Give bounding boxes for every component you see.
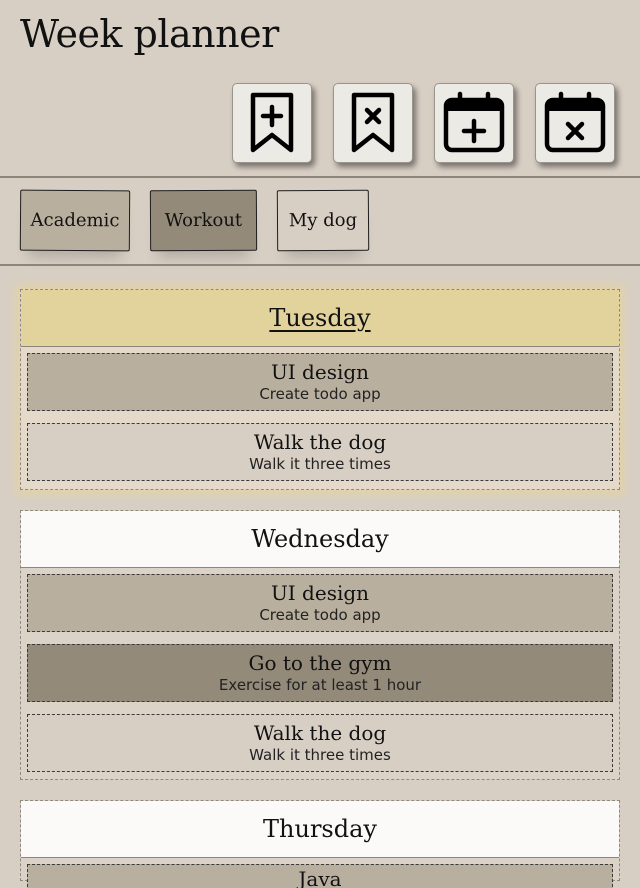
calendar-x-icon	[544, 91, 606, 153]
day-header[interactable]: Tuesday	[21, 290, 619, 347]
task-title: Java	[298, 867, 342, 888]
tag-chip-workout[interactable]: Workout	[149, 189, 258, 252]
task-card[interactable]: Java	[27, 864, 613, 888]
task-title: UI design	[270, 581, 370, 605]
bookmark-plus-icon	[250, 92, 294, 153]
day-header[interactable]: Thursday	[21, 801, 619, 858]
divider	[0, 176, 640, 178]
task-description: Walk it three times	[249, 455, 391, 473]
calendar-plus-icon	[443, 91, 505, 153]
divider	[0, 264, 640, 266]
task-card[interactable]: UI design Create todo app	[27, 574, 613, 632]
task-list: Java	[21, 858, 619, 888]
task-title: Go to the gym	[248, 651, 392, 675]
task-card[interactable]: UI design Create todo app	[27, 353, 613, 411]
task-title: Walk the dog	[253, 721, 387, 745]
task-description: Walk it three times	[249, 746, 391, 764]
remove-event-button[interactable]	[535, 83, 615, 163]
task-description: Exercise for at least 1 hour	[218, 676, 422, 694]
bookmark-x-icon	[351, 92, 395, 153]
day-name: Tuesday	[269, 304, 371, 332]
add-tag-button[interactable]	[232, 83, 312, 163]
day-name: Thursday	[263, 815, 377, 843]
day-name: Wednesday	[251, 525, 389, 553]
task-list: UI design Create todo app Walk the dog W…	[21, 347, 619, 487]
task-title: Walk the dog	[253, 430, 387, 454]
day-card-tuesday: Tuesday UI design Create todo app Walk t…	[20, 289, 620, 490]
tag-chip-my-dog[interactable]: My dog	[276, 189, 370, 252]
toolbar	[232, 83, 615, 163]
add-event-button[interactable]	[434, 83, 514, 163]
task-description: Create todo app	[259, 385, 381, 403]
remove-tag-button[interactable]	[333, 83, 413, 163]
day-card-thursday: Thursday Java	[20, 800, 620, 888]
page-title: Week planner	[20, 12, 279, 56]
task-title: UI design	[270, 360, 370, 384]
tag-chip-academic[interactable]: Academic	[19, 189, 131, 252]
task-card[interactable]: Walk the dog Walk it three times	[27, 714, 613, 772]
task-list: UI design Create todo app Go to the gym …	[21, 568, 619, 778]
day-card-wednesday: Wednesday UI design Create todo app Go t…	[20, 510, 620, 780]
task-card[interactable]: Walk the dog Walk it three times	[27, 423, 613, 481]
task-card[interactable]: Go to the gym Exercise for at least 1 ho…	[27, 644, 613, 702]
day-header[interactable]: Wednesday	[21, 511, 619, 568]
task-description: Create todo app	[259, 606, 381, 624]
tag-filter-bar: Academic Workout My dog	[19, 189, 370, 252]
